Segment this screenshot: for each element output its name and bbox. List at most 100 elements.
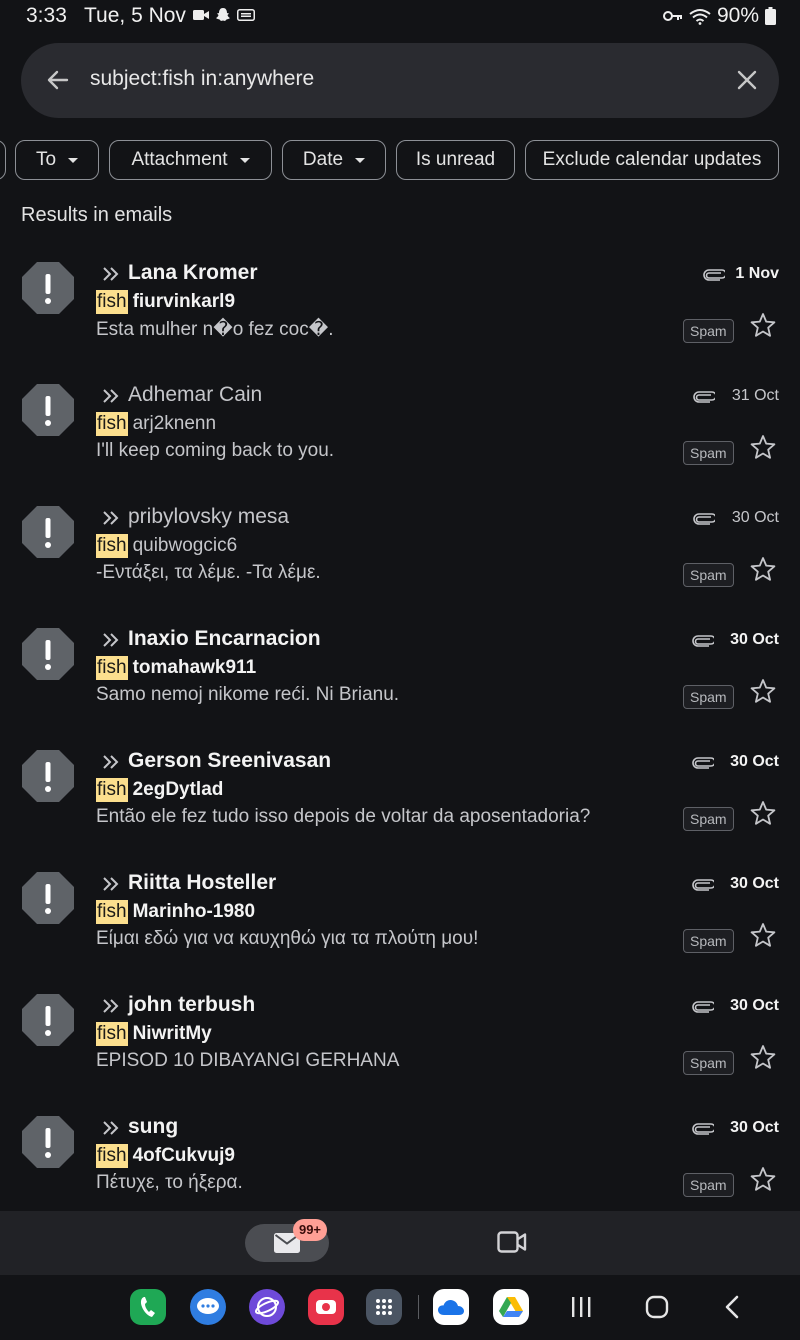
status-time: 3:33 (26, 4, 67, 27)
email-date: 30 Oct (731, 509, 779, 526)
star-icon[interactable] (750, 922, 776, 948)
email-date: 30 Oct (730, 875, 779, 892)
star-icon[interactable] (750, 1166, 776, 1192)
spam-warning-icon (22, 1116, 74, 1168)
video-camera-icon[interactable] (497, 1231, 527, 1253)
subject-text: fiurvinkarl9 (132, 291, 236, 312)
status-date: Tue, 5 Nov (84, 4, 186, 27)
sender-name: pribylovsky mesa (128, 505, 290, 528)
importance-marker-icon (103, 389, 119, 403)
status-icons-right: 90% (662, 4, 776, 28)
spam-label: Spam (683, 563, 734, 587)
key-icon (662, 11, 682, 21)
chip-attachment[interactable]: Attachment (109, 140, 272, 180)
star-icon[interactable] (750, 1044, 776, 1070)
wifi-icon (689, 8, 711, 25)
phone-app-icon[interactable] (130, 1289, 166, 1325)
spam-warning-icon (22, 384, 74, 436)
chip-to[interactable]: To (15, 140, 99, 180)
close-icon[interactable] (736, 69, 758, 91)
spam-label: Spam (683, 441, 734, 465)
importance-marker-icon (103, 999, 119, 1013)
chip-label: Exclude calendar updates (542, 149, 762, 170)
apps-grid-icon[interactable] (366, 1289, 402, 1325)
attachment-icon (703, 269, 725, 281)
search-bar[interactable]: subject:fish in:anywhere (21, 43, 779, 118)
email-row[interactable]: john terbush 30 Oct fish NiwritMy EPISOD 10 … (0, 993, 800, 1115)
bottom-app-bar (0, 1211, 800, 1275)
email-row[interactable]: Gerson Sreenivasan 30 Oct fish 2egDytlad Ent… (0, 749, 800, 871)
search-input[interactable]: subject:fish in:anywhere (90, 67, 314, 91)
battery-icon (765, 7, 776, 25)
star-icon[interactable] (750, 800, 776, 826)
back-arrow-icon[interactable] (45, 67, 71, 93)
chevron-down-icon (239, 157, 250, 163)
subject-text: arj2knenn (132, 413, 217, 434)
email-date: 1 Nov (735, 265, 779, 282)
chip-label: Date (302, 149, 344, 170)
chip-date[interactable]: Date (282, 140, 386, 180)
attachment-icon (692, 1123, 714, 1135)
sender-name: john terbush (128, 993, 256, 1016)
chip-hidden-left[interactable] (0, 140, 6, 180)
email-row[interactable]: pribylovsky mesa 30 Oct fish quibwogcic6 -Εν… (0, 505, 800, 627)
drive-app-icon[interactable] (493, 1289, 529, 1325)
attachment-icon (692, 635, 714, 647)
chip-label: Attachment (131, 149, 228, 170)
star-icon[interactable] (750, 312, 776, 338)
spam-warning-icon (22, 628, 74, 680)
system-taskbar (0, 1275, 800, 1340)
messages-app-icon[interactable] (190, 1289, 226, 1325)
subject-text: NiwritMy (132, 1023, 212, 1044)
chip-label: To (35, 149, 57, 170)
importance-marker-icon (103, 1121, 119, 1135)
cast-icon (237, 9, 255, 21)
star-icon[interactable] (750, 556, 776, 582)
search-highlight: fish (96, 1144, 128, 1168)
sender-name: Gerson Sreenivasan (128, 749, 332, 772)
spam-label: Spam (683, 1173, 734, 1197)
status-icons-left (193, 7, 255, 23)
attachment-icon (692, 879, 714, 891)
recents-button[interactable] (570, 1295, 592, 1319)
star-icon[interactable] (750, 434, 776, 460)
back-button[interactable] (721, 1295, 743, 1319)
sender-name: Lana Kromer (128, 261, 258, 284)
onedrive-app-icon[interactable] (433, 1289, 469, 1325)
sender-name: Adhemar Cain (128, 383, 263, 406)
home-button[interactable] (645, 1295, 669, 1319)
email-date: 31 Oct (731, 387, 779, 404)
email-row[interactable]: Inaxio Encarnacion 30 Oct fish tomahawk911 S… (0, 627, 800, 749)
spam-warning-icon (22, 872, 74, 924)
search-highlight: fish (96, 900, 128, 924)
internet-app-icon[interactable] (249, 1289, 285, 1325)
sender-name: Inaxio Encarnacion (128, 627, 321, 650)
email-row[interactable]: Lana Kromer 1 Nov fish fiurvinkarl9 Esta mul… (0, 261, 800, 383)
search-highlight: fish (96, 290, 128, 314)
subject-text: tomahawk911 (132, 657, 257, 678)
spam-warning-icon (22, 262, 74, 314)
star-icon[interactable] (750, 678, 776, 704)
email-row[interactable]: Adhemar Cain 31 Oct fish arj2knenn I'll keep… (0, 383, 800, 505)
screen-recorder-app-icon[interactable] (308, 1289, 344, 1325)
email-row[interactable]: Riitta Hosteller 30 Oct fish Marinho-1980 Εί… (0, 871, 800, 993)
attachment-icon (692, 757, 714, 769)
email-snippet: Είμαι εδώ για να καυχηθώ για τα πλούτη μ… (96, 928, 479, 949)
importance-marker-icon (103, 633, 119, 647)
spam-label: Spam (683, 685, 734, 709)
attachment-icon (692, 1001, 714, 1013)
chip-is-unread[interactable]: Is unread (396, 140, 515, 180)
chip-exclude-calendar-updates[interactable]: Exclude calendar updates (525, 140, 779, 180)
email-subject: fish 2egDytlad (96, 778, 223, 802)
video-icon (193, 10, 209, 20)
status-bar: 3:33 Tue, 5 Nov 90% (0, 0, 800, 34)
email-snippet: I'll keep coming back to you. (96, 440, 335, 461)
chip-label: Is unread (415, 149, 496, 170)
search-highlight: fish (96, 412, 128, 436)
email-date: 30 Oct (730, 631, 779, 648)
chevron-down-icon (355, 157, 366, 163)
email-snippet: Esta mulher n�o fez coc�. (96, 319, 334, 340)
spam-label: Spam (683, 319, 734, 343)
spam-warning-icon (22, 506, 74, 558)
importance-marker-icon (103, 511, 119, 525)
